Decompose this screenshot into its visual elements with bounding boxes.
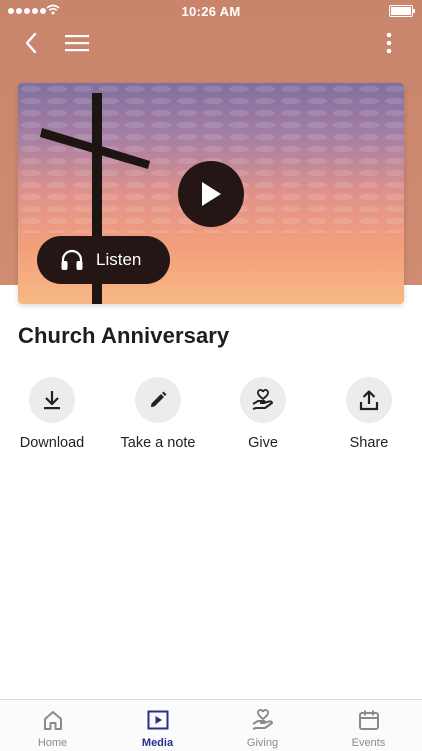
download-label: Download <box>19 435 85 451</box>
more-vertical-icon <box>386 32 392 54</box>
tab-media[interactable]: Media <box>105 700 210 751</box>
share-icon <box>359 390 379 411</box>
media-play-icon <box>147 710 168 730</box>
tab-giving[interactable]: Giving <box>210 700 315 751</box>
menu-button[interactable] <box>60 28 94 58</box>
pencil-icon <box>151 391 167 407</box>
tab-media-label: Media <box>141 737 174 749</box>
chevron-left-icon <box>25 32 37 54</box>
download-button[interactable]: Download <box>2 377 102 451</box>
tab-events-label: Events <box>351 737 386 749</box>
media-artwork: Listen <box>18 83 404 304</box>
share-button[interactable]: Share <box>319 377 419 451</box>
back-button[interactable] <box>14 28 48 58</box>
bottom-tab-bar: Home Media Giving Events <box>0 699 422 751</box>
give-label: Give <box>248 435 278 451</box>
battery-icon <box>389 5 415 17</box>
take-note-button[interactable]: Take a note <box>108 377 208 451</box>
listen-button[interactable]: Listen <box>37 236 170 284</box>
giving-hand-heart-icon <box>251 709 273 730</box>
calendar-icon <box>358 710 379 730</box>
giving-hand-heart-icon <box>252 389 273 410</box>
listen-label: Listen <box>96 250 142 269</box>
play-icon <box>202 182 221 206</box>
status-time: 10:26 AM <box>181 4 241 19</box>
home-icon <box>43 711 62 730</box>
play-button[interactable] <box>178 161 244 227</box>
headphones-icon <box>60 249 84 271</box>
tab-events[interactable]: Events <box>316 700 421 751</box>
take-note-label: Take a note <box>120 435 196 451</box>
give-button[interactable]: Give <box>213 377 313 451</box>
tab-giving-label: Giving <box>246 737 279 749</box>
tab-home-label: Home <box>37 737 68 749</box>
page-title: Church Anniversary <box>18 323 230 348</box>
status-bar: 10:26 AM <box>0 0 422 22</box>
share-label: Share <box>349 435 389 451</box>
more-options-button[interactable] <box>372 28 406 58</box>
tab-home[interactable]: Home <box>0 700 105 751</box>
hamburger-icon <box>65 35 89 52</box>
download-icon <box>44 391 60 410</box>
